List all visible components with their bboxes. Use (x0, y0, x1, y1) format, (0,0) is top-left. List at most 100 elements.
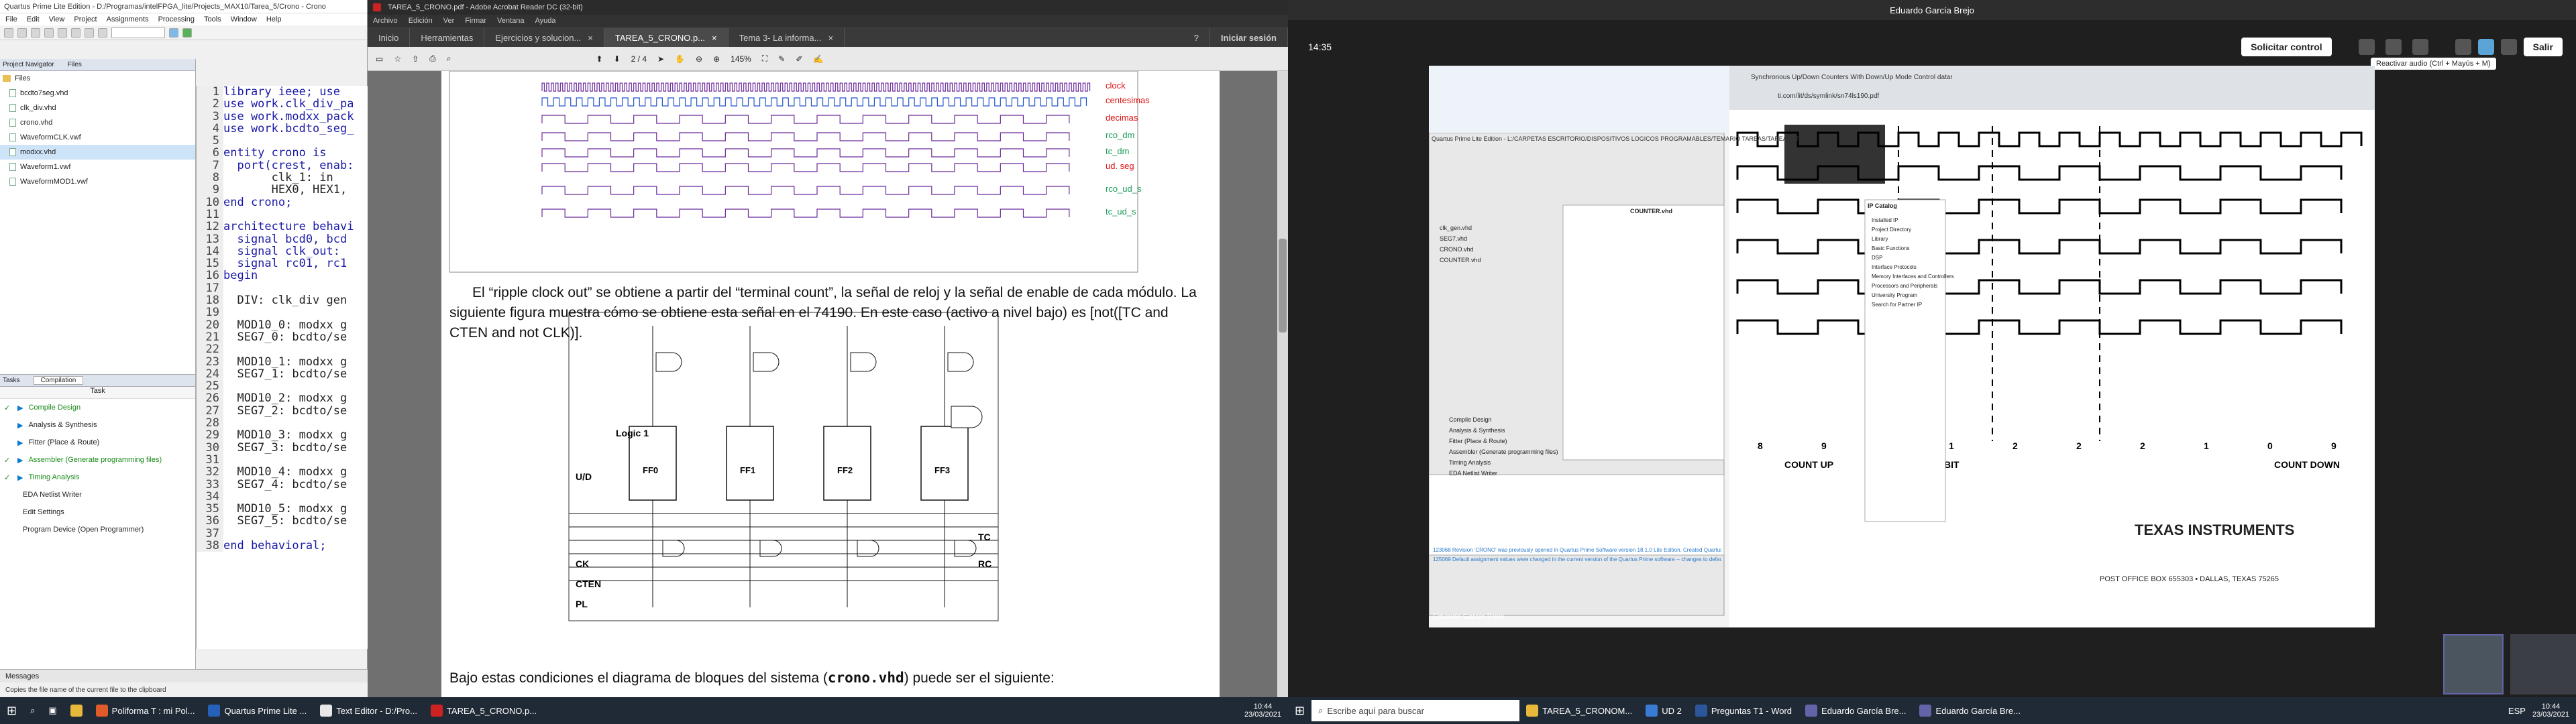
upload-icon[interactable]: ⇧ (412, 54, 419, 64)
taskbar-app[interactable]: Eduardo García Bre... (1913, 697, 2027, 724)
close-icon[interactable]: × (828, 33, 833, 43)
taskbar-app[interactable]: Poliforma T : mi Pol... (89, 697, 202, 724)
ip-catalog-item[interactable]: Interface Protocols (1872, 263, 1954, 272)
zoom-in-icon[interactable]: ⊕ (713, 54, 720, 64)
browser-tab[interactable]: Synchronous Up/Down Counters With Down/U… (1751, 74, 1952, 81)
cursor-icon[interactable]: ➤ (657, 54, 664, 64)
play-icon[interactable] (182, 27, 192, 38)
inner-task-item[interactable]: Compile Design (1449, 414, 1558, 425)
leave-button[interactable]: Salir (2523, 38, 2563, 56)
task-item[interactable]: ✓ ▶ Assembler (Generate programming files) (0, 451, 195, 469)
task-item[interactable]: Edit Settings (0, 503, 195, 521)
more-icon[interactable] (2412, 39, 2428, 55)
inner-task-item[interactable]: Timing Analysis (1449, 457, 1558, 468)
task-item[interactable]: Program Device (Open Programmer) (0, 521, 195, 538)
chat-icon[interactable] (2358, 39, 2375, 55)
print-icon[interactable]: ⎙ (429, 54, 436, 64)
file-item[interactable]: WaveformCLK.vwf (0, 130, 195, 145)
taskbar-app[interactable]: Eduardo García Bre... (1799, 697, 1913, 724)
file-item[interactable]: Waveform1.vwf (0, 160, 195, 174)
bookmark-icon[interactable]: ☆ (394, 54, 401, 64)
menu-tools[interactable]: Tools (204, 15, 221, 23)
pdf-view[interactable]: clock centesimas decimas rco_dm tc_dm ud. seg… (368, 70, 1288, 697)
acrobat-menu-item[interactable]: Ayuda (535, 17, 555, 25)
play-icon[interactable]: ▶ (17, 438, 23, 447)
zoom-out-icon[interactable]: ⊖ (696, 54, 702, 64)
project-select[interactable] (111, 27, 165, 38)
ip-catalog-item[interactable]: Library (1872, 235, 1954, 244)
inner-file-item[interactable]: clk_gen.vhd (1440, 223, 1481, 233)
camera-icon[interactable] (2455, 39, 2471, 55)
menu-edit[interactable]: Edit (27, 15, 40, 23)
inner-file-item[interactable]: COUNTER.vhd (1440, 255, 1481, 265)
explorer-icon[interactable] (64, 697, 89, 724)
menu-window[interactable]: Window (231, 15, 257, 23)
participant-video-2[interactable] (2510, 634, 2576, 695)
acrobat-menu-item[interactable]: Ver (443, 17, 455, 25)
page-up-icon[interactable]: ⬆ (596, 54, 603, 64)
inner-file-item[interactable]: CRONO.vhd (1440, 244, 1481, 255)
undo-icon[interactable] (85, 27, 94, 38)
acrobat-menu-item[interactable]: Edición (409, 17, 433, 25)
paste-icon[interactable] (71, 27, 80, 38)
start-icon[interactable]: ⊞ (1288, 697, 1311, 724)
share-icon[interactable] (2500, 39, 2517, 55)
acrobat-menu-item[interactable]: Ventana (497, 17, 524, 25)
tasks-tab[interactable]: Tasks (3, 377, 20, 384)
task-view-icon[interactable]: ▣ (42, 697, 63, 724)
inner-task-item[interactable]: Assembler (Generate programming files) (1449, 446, 1558, 457)
play-icon[interactable]: ▶ (17, 473, 23, 482)
taskbar-search[interactable]: ⌕ Escribe aquí para buscar (1311, 700, 1520, 721)
menu-processing[interactable]: Processing (158, 15, 195, 23)
page-indicator[interactable]: 2 / 4 (631, 54, 647, 64)
file-item[interactable]: bcdto7seg.vhd (0, 86, 195, 101)
pdf-zoom-indicator[interactable]: 130% (2073, 113, 2090, 120)
task-item[interactable]: ▶ Analysis & Synthesis (0, 416, 195, 434)
request-control-button[interactable]: Solicitar control (2241, 38, 2332, 56)
save-icon[interactable]: ▭ (376, 54, 383, 64)
mic-icon[interactable] (2477, 39, 2494, 55)
acrobat-tab[interactable]: Tema 3- La informa... × (729, 28, 845, 47)
messages-tab[interactable]: Messages (0, 669, 368, 682)
page-down-icon[interactable]: ⬇ (614, 54, 621, 64)
ip-catalog-item[interactable]: Processors and Peripherals (1872, 282, 1954, 291)
ip-catalog-item[interactable]: Search for Partner IP (1872, 300, 1954, 310)
code-editor[interactable]: 1 library ieee; use 2 use work.clk_div_pa 3 u… (196, 86, 368, 649)
file-item[interactable]: crono.vhd (0, 115, 195, 130)
menu-assignments[interactable]: Assignments (107, 15, 149, 23)
inner-task-item[interactable]: Fitter (Place & Route) (1449, 436, 1558, 446)
task-item[interactable]: ▶ Fitter (Place & Route) (0, 434, 195, 451)
nav-tab-files[interactable]: Files (68, 61, 82, 68)
zoom-level[interactable]: 145% (731, 54, 751, 64)
hand-icon[interactable]: ✋ (675, 54, 685, 64)
close-icon[interactable]: × (588, 33, 593, 43)
taskbar-app[interactable]: TAREA_5_CRONO.p... (424, 697, 543, 724)
help-icon[interactable]: ? (1183, 28, 1210, 47)
ip-catalog-item[interactable]: Installed IP (1872, 216, 1954, 225)
menu-help[interactable]: Help (266, 15, 282, 23)
acrobat-tab[interactable]: Herramientas (410, 28, 485, 47)
ip-catalog-item[interactable]: DSP (1872, 253, 1954, 263)
menu-project[interactable]: Project (74, 15, 97, 23)
task-item[interactable]: ✓ ▶ Compile Design (0, 399, 195, 416)
compilation-select[interactable]: Compilation (33, 376, 84, 385)
sign-icon[interactable]: ✍ (813, 54, 823, 64)
browser-url[interactable]: ti.com/lit/ds/symlink/sn74ls190.pdf (1778, 93, 1879, 100)
play-icon[interactable]: ▶ (17, 456, 23, 465)
taskbar-app[interactable]: TAREA_5_CRONOM... (1519, 697, 1639, 724)
start-icon[interactable]: ⊞ (0, 697, 23, 724)
cut-icon[interactable] (44, 27, 54, 38)
sign-in-button[interactable]: Iniciar sesión (1210, 28, 1288, 47)
close-icon[interactable]: × (712, 33, 717, 43)
files-root[interactable]: Files (0, 71, 195, 86)
acrobat-menu-item[interactable]: Archivo (373, 17, 398, 25)
pdf-page-indicator[interactable]: 7 / 36 (1992, 113, 2009, 120)
participant-video-1[interactable] (2443, 634, 2504, 695)
acrobat-tab[interactable]: TAREA_5_CRONO.p... × (604, 28, 729, 47)
ip-catalog-item[interactable]: Project Directory (1872, 225, 1954, 235)
copy-icon[interactable] (58, 27, 67, 38)
ip-catalog-item[interactable]: Basic Functions (1872, 244, 1954, 253)
search-icon[interactable]: ⌕ (447, 54, 451, 64)
fit-icon[interactable]: ⛶ (762, 54, 767, 64)
ip-catalog-item[interactable]: Memory Interfaces and Controllers (1872, 272, 1954, 282)
